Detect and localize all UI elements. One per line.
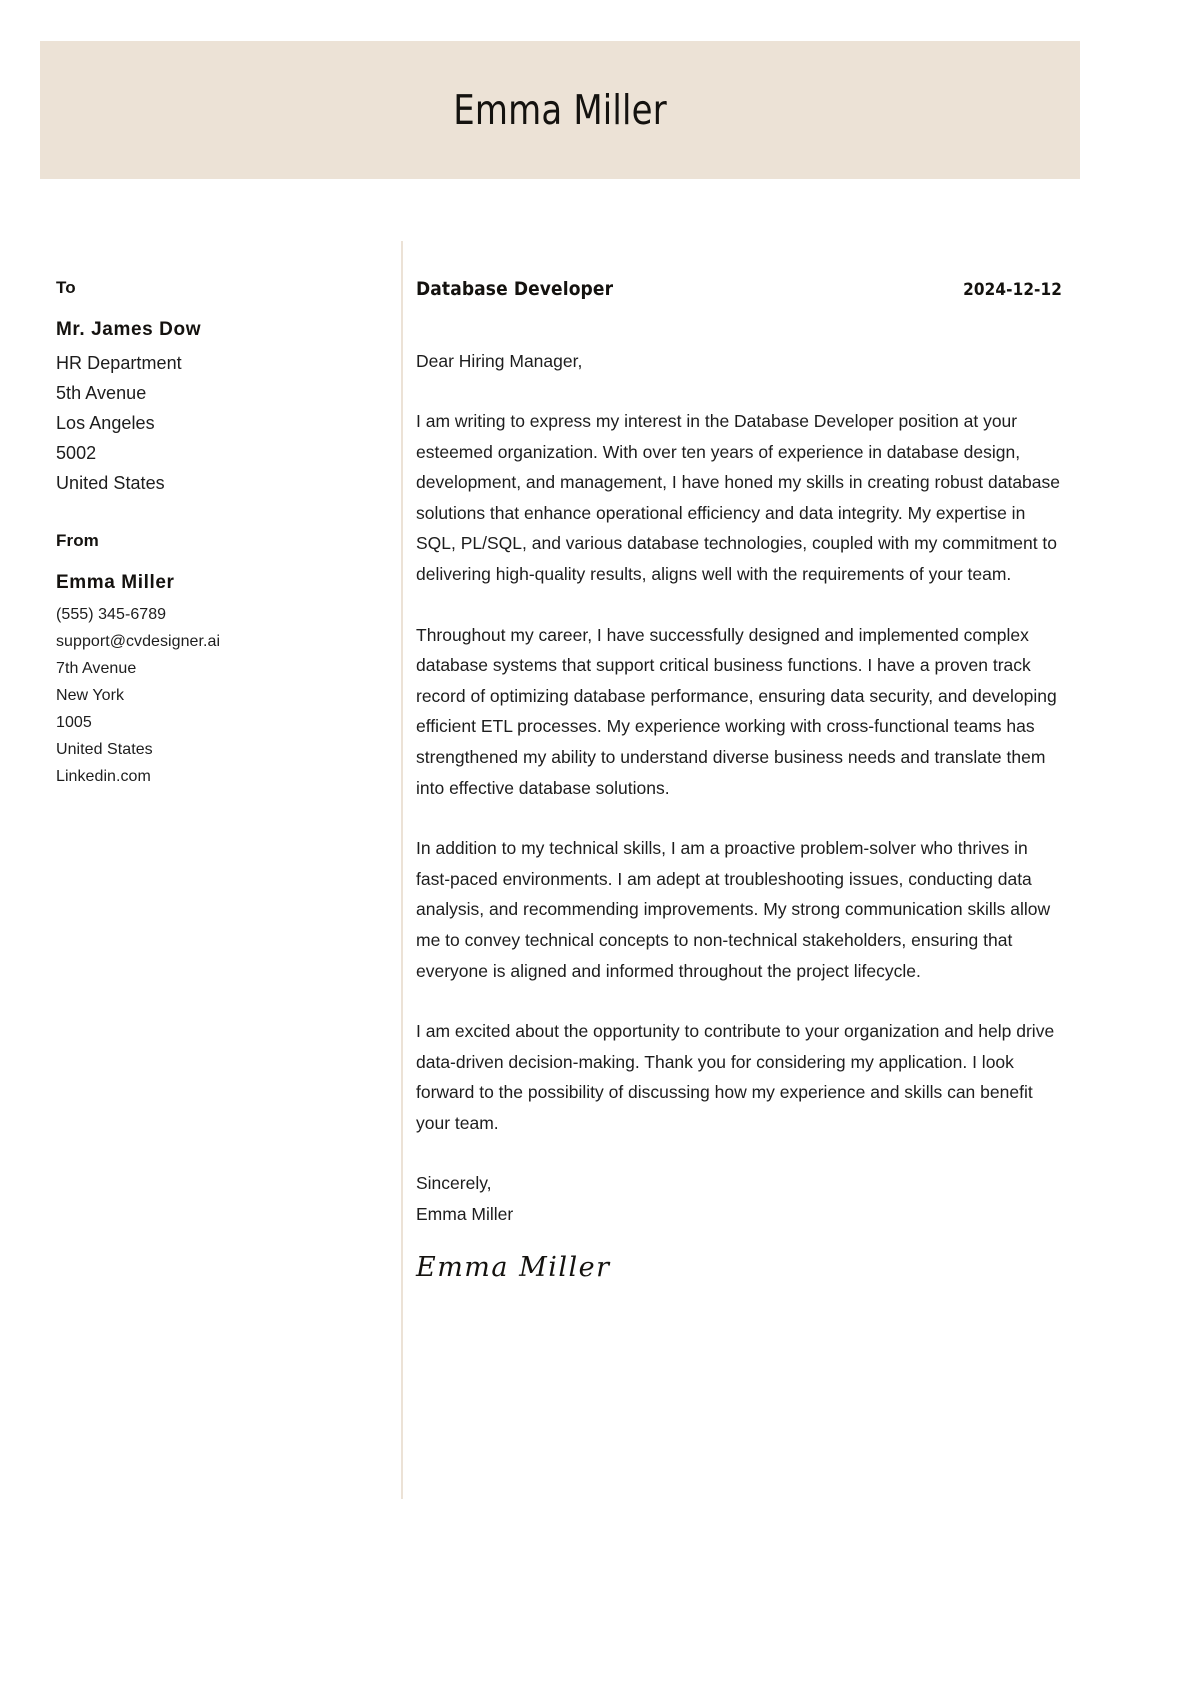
letter-paragraph: I am excited about the opportunity to co… — [416, 1021, 1055, 1133]
sidebar: To Mr. James Dow HR Department 5th Avenu… — [56, 278, 356, 790]
sender-street: 7th Avenue — [56, 660, 137, 677]
signature: Emma Miller — [416, 1251, 611, 1283]
sender-name: Emma Miller — [56, 572, 175, 593]
from-heading: From — [56, 531, 99, 550]
closing-word: Sincerely, — [416, 1173, 492, 1194]
cover-letter-page: Emma Miller To Mr. James Dow HR Departme… — [0, 0, 1200, 1684]
recipient-name: Mr. James Dow — [56, 319, 202, 340]
recipient-line: HR Department — [56, 353, 182, 373]
letter-paragraph: I am writing to express my interest in t… — [416, 411, 1060, 584]
job-title: Database Developer — [416, 278, 614, 300]
to-heading: To — [56, 278, 76, 297]
header-banner: Emma Miller — [40, 41, 1080, 179]
letter-body: Database Developer 2024-12-12 Dear Hirin… — [416, 278, 1062, 1283]
letter-date: 2024-12-12 — [963, 280, 1062, 300]
letter-header-row: Database Developer 2024-12-12 — [416, 278, 1062, 300]
vertical-divider — [401, 241, 403, 1499]
recipient-line: United States — [56, 473, 165, 493]
sender-phone: (555) 345-6789 — [56, 606, 167, 623]
sender-postcode: 1005 — [56, 714, 92, 731]
sender-website: Linkedin.com — [56, 768, 151, 785]
letter-paragraph: In addition to my technical skills, I am… — [416, 838, 1051, 981]
closing-name: Emma Miller — [416, 1204, 514, 1225]
letter-paragraph: Throughout my career, I have successfull… — [416, 624, 1057, 798]
recipient-line: 5002 — [56, 443, 97, 463]
sender-country: United States — [56, 741, 153, 758]
page-title: Emma Miller — [453, 86, 667, 134]
sender-city: New York — [56, 687, 124, 704]
sender-email: support@cvdesigner.ai — [56, 633, 221, 650]
recipient-line: 5th Avenue — [56, 383, 147, 403]
recipient-line: Los Angeles — [56, 413, 155, 433]
salutation: Dear Hiring Manager, — [416, 351, 583, 371]
